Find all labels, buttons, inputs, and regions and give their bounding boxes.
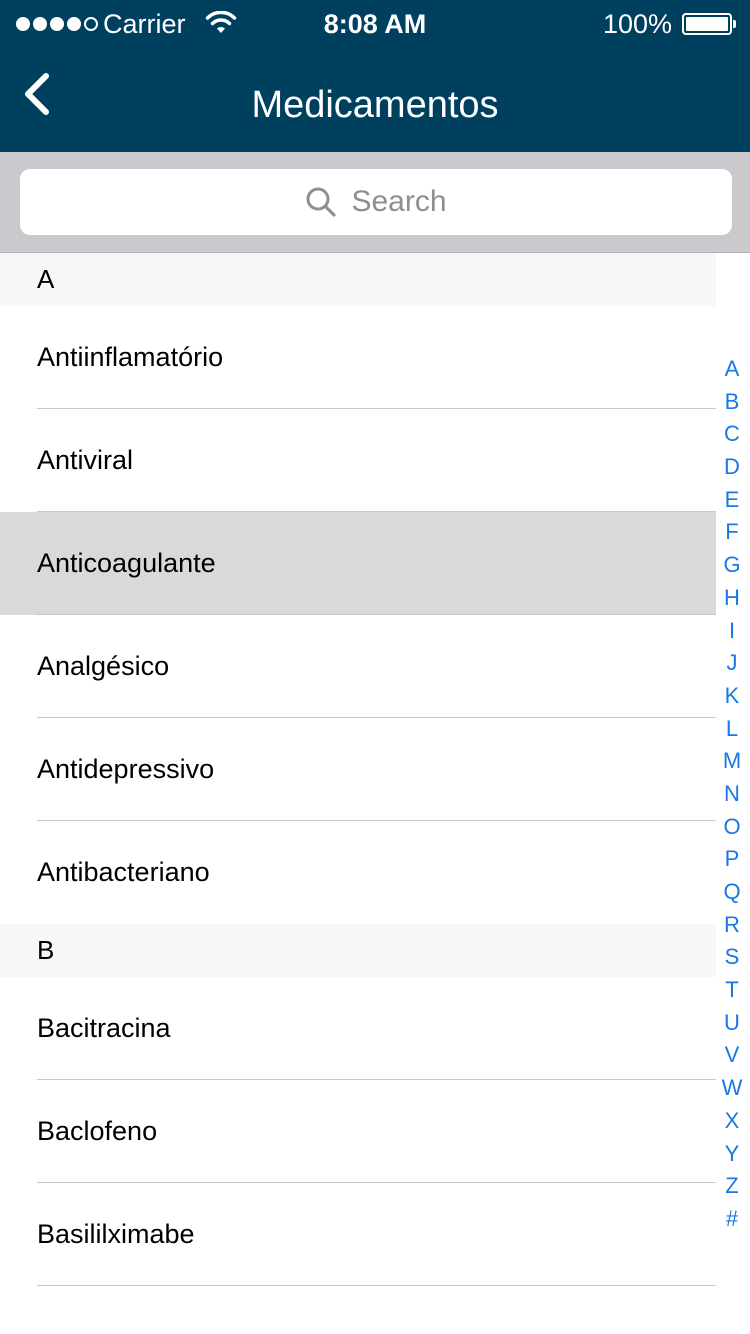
index-letter-w[interactable]: W: [722, 1072, 743, 1105]
section-header-a: A: [0, 253, 716, 306]
index-letter-s[interactable]: S: [725, 941, 740, 974]
index-letter-i[interactable]: I: [729, 615, 735, 648]
index-letter-d[interactable]: D: [724, 451, 740, 484]
index-letter-r[interactable]: R: [724, 909, 740, 942]
index-letter-hash[interactable]: #: [726, 1203, 738, 1236]
index-letter-m[interactable]: M: [723, 745, 741, 778]
search-input[interactable]: Search: [20, 169, 732, 235]
search-placeholder: Search: [351, 185, 447, 218]
index-letter-o[interactable]: O: [723, 811, 740, 844]
index-letter-j[interactable]: J: [727, 647, 738, 680]
battery-percentage: 100%: [602, 9, 672, 39]
index-letter-n[interactable]: N: [724, 778, 740, 811]
list-item-label: Antibacteriano: [37, 857, 210, 887]
index-letter-z[interactable]: Z: [725, 1170, 738, 1203]
index-letter-y[interactable]: Y: [725, 1138, 740, 1171]
list-item[interactable]: Bacitracina: [0, 977, 716, 1080]
index-letter-e[interactable]: E: [725, 484, 740, 517]
list-item-label: Antidepressivo: [37, 754, 215, 784]
index-letter-q[interactable]: Q: [723, 876, 740, 909]
page-title: Medicamentos: [251, 84, 499, 126]
list-item-label: Anticoagulante: [37, 548, 216, 578]
battery-icon: [682, 13, 736, 35]
list-item-selected[interactable]: Anticoagulante: [0, 512, 716, 615]
index-letter-h[interactable]: H: [724, 582, 740, 615]
navigation-bar: Carrier 8:08 AM 100% Medicamentos: [0, 0, 750, 152]
list-item[interactable]: Antiviral: [0, 409, 716, 512]
list-item-label: Antiinflamatório: [37, 342, 224, 372]
index-letter-g[interactable]: G: [723, 549, 740, 582]
medication-list: A Antiinflamatório Antiviral Anticoagula…: [0, 253, 750, 1286]
list-item[interactable]: Baclofeno: [0, 1080, 716, 1183]
list-item[interactable]: Antidepressivo: [0, 718, 716, 821]
list-item[interactable]: Antiinflamatório: [0, 306, 716, 409]
list-item-label: Analgésico: [37, 651, 170, 681]
search-icon: [306, 187, 337, 217]
list-item-label: Basililximabe: [37, 1219, 195, 1249]
index-letter-l[interactable]: L: [726, 713, 738, 746]
index-letter-t[interactable]: T: [725, 974, 738, 1007]
index-letter-b[interactable]: B: [725, 386, 740, 419]
battery-nub: [733, 20, 736, 28]
section-header-b: B: [0, 924, 716, 977]
list-item-label: Antiviral: [37, 445, 134, 475]
index-letter-c[interactable]: C: [724, 418, 740, 451]
index-letter-x[interactable]: X: [725, 1105, 740, 1138]
list-item[interactable]: Antibacteriano: [0, 821, 716, 924]
index-letter-a[interactable]: A: [725, 353, 740, 386]
section-index[interactable]: A B C D E F G H I J K L M N O P Q R S T U V W X Y Z #: [720, 353, 744, 1236]
list-item-label: Baclofeno: [37, 1116, 158, 1146]
index-letter-v[interactable]: V: [725, 1039, 740, 1072]
list-item[interactable]: Basililximabe: [0, 1183, 716, 1286]
row-separator: [37, 1285, 716, 1286]
search-bar: Search: [0, 152, 750, 253]
list-item[interactable]: Analgésico: [0, 615, 716, 718]
index-letter-f[interactable]: F: [725, 516, 738, 549]
index-letter-p[interactable]: P: [725, 843, 740, 876]
list-item-label: Bacitracina: [37, 1013, 171, 1043]
battery-fill: [686, 17, 728, 31]
status-bar: Carrier 8:08 AM 100%: [0, 0, 750, 48]
index-letter-k[interactable]: K: [725, 680, 740, 713]
index-letter-u[interactable]: U: [724, 1007, 740, 1040]
